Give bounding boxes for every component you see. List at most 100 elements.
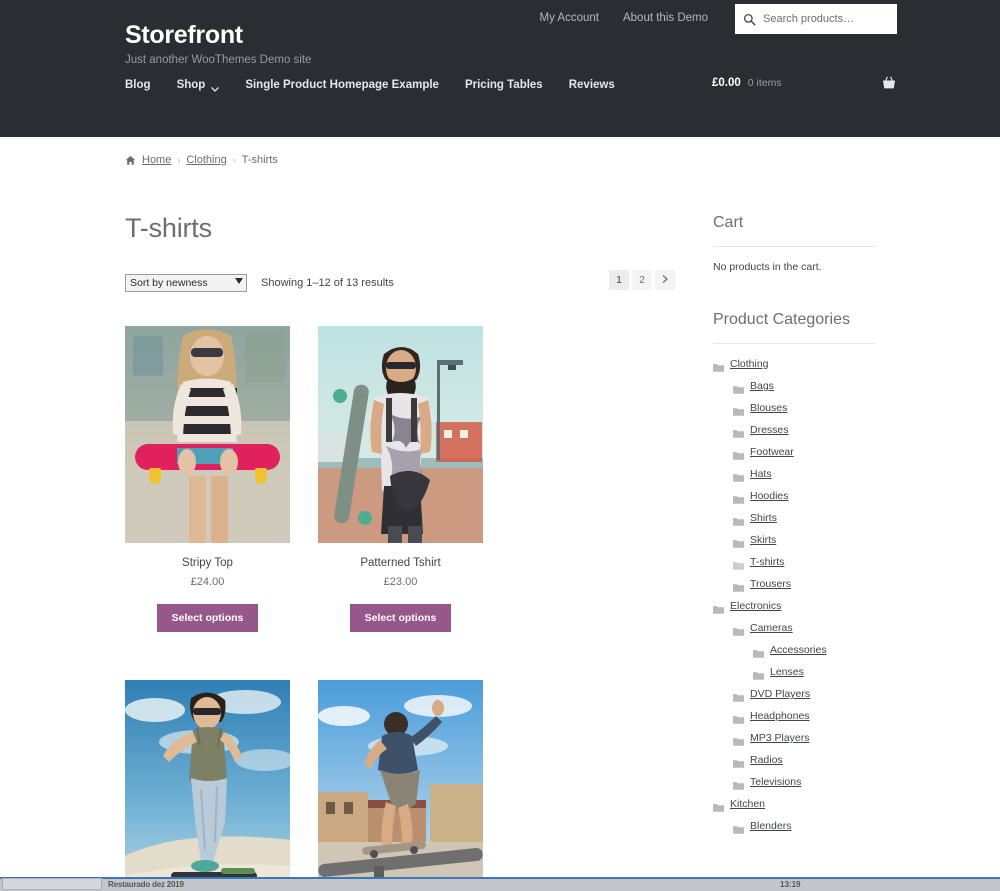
category-item-shirts[interactable]: Shirts [713,512,875,527]
product-image-green-vest[interactable] [125,680,290,891]
pagination-page-1[interactable]: 1 [609,269,629,290]
breadcrumb-link-home[interactable]: Home [142,154,171,166]
nav-item-blog[interactable]: Blog [125,79,151,91]
category-link[interactable]: Clothing [730,358,769,370]
sidebar: Cart No products in the cart. Product Ca… [713,214,875,870]
header-cart[interactable]: £0.00 0 items [712,75,897,91]
select-options-button[interactable]: Select options [349,603,452,633]
shopping-basket-icon[interactable] [881,75,897,91]
pagination-page-2[interactable]: 2 [632,269,652,290]
product-price: £23.00 [383,575,418,588]
breadcrumb-separator: › [232,155,236,165]
site-title[interactable]: Storefront [125,20,311,50]
os-taskbar-window-button[interactable]: Restaurado dez 2019 [108,877,184,891]
secondary-nav-about-this-demo[interactable]: About this Demo [623,12,708,24]
category-item-hoodies[interactable]: Hoodies [713,490,875,505]
select-options-button[interactable]: Select options [156,603,259,633]
category-item-electronics[interactable]: Electronics [713,600,875,615]
product-image-skateboarder-rail[interactable] [318,680,483,891]
folder-icon [753,668,764,681]
category-item-t-shirts[interactable]: T-shirts [713,556,875,571]
category-item-clothing[interactable]: Clothing [713,358,875,373]
secondary-nav-my-account[interactable]: My Account [540,12,599,24]
category-link[interactable]: Bags [750,380,774,392]
category-link[interactable]: Cameras [750,622,793,634]
product-card[interactable]: Patterned Tshirt £23.00 Select options [318,325,483,633]
product-card[interactable]: Stripy Top £24.00 Select options [125,325,290,633]
category-item-lenses[interactable]: Lenses [713,666,875,681]
product-grid: Stripy Top £24.00 Select options Pattern… [125,325,675,891]
category-link[interactable]: T-shirts [750,556,784,568]
category-item-televisions[interactable]: Televisions [713,776,875,791]
category-item-headphones[interactable]: Headphones [713,710,875,725]
product-title[interactable]: Patterned Tshirt [318,557,483,569]
folder-icon [713,602,724,615]
search-input[interactable] [761,12,889,26]
category-item-dvd-players[interactable]: DVD Players [713,688,875,703]
category-link[interactable]: MP3 Players [750,732,810,744]
category-item-skirts[interactable]: Skirts [713,534,875,549]
category-link[interactable]: Televisions [750,776,801,788]
category-item-blenders[interactable]: Blenders [713,820,875,835]
folder-icon [733,382,744,395]
product-title[interactable]: Stripy Top [125,557,290,569]
os-start-button[interactable] [2,878,102,890]
category-item-accessories[interactable]: Accessories [713,644,875,659]
category-link[interactable]: Blouses [750,402,787,414]
category-item-kitchen[interactable]: Kitchen [713,798,875,813]
product-card[interactable]: Green Vest £22.00 Select options [125,680,290,891]
pagination: 1 2 [609,269,675,290]
nav-item-pricing-tables[interactable]: Pricing Tables [465,79,543,91]
category-link[interactable]: Footwear [750,446,794,458]
folder-icon [733,690,744,703]
home-icon [125,155,136,166]
category-link[interactable]: Hoodies [750,490,789,502]
category-item-dresses[interactable]: Dresses [713,424,875,439]
product-image-patterned-tshirt[interactable] [318,325,483,543]
category-link[interactable]: Shirts [750,512,777,524]
nav-item-shop[interactable]: Shop [177,79,220,92]
category-link[interactable]: Radios [750,754,783,766]
nav-item-reviews[interactable]: Reviews [569,79,615,91]
product-card[interactable] [318,680,483,891]
folder-icon [733,514,744,527]
product-search-form[interactable] [735,4,897,34]
pagination-next-button[interactable] [655,269,675,290]
category-link[interactable]: Lenses [770,666,804,678]
site-header: Storefront Just another WooThemes Demo s… [0,0,1000,137]
orderby-select-wrapper[interactable]: Sort by newness [125,273,247,293]
category-item-cameras[interactable]: Cameras [713,622,875,637]
category-item-trousers[interactable]: Trousers [713,578,875,593]
folder-icon [733,470,744,483]
category-link[interactable]: Accessories [770,644,827,656]
category-link[interactable]: Skirts [750,534,776,546]
orderby-select[interactable]: Sort by newness [125,274,247,293]
folder-icon [733,448,744,461]
product-categories-list: Clothing Bags Blouses Dresses Footwear H… [713,358,875,835]
folder-icon [733,536,744,549]
folder-icon [733,756,744,769]
category-link[interactable]: Hats [750,468,772,480]
category-link[interactable]: Trousers [750,578,791,590]
nav-item-single-product-homepage-example[interactable]: Single Product Homepage Example [245,79,439,91]
category-link[interactable]: DVD Players [750,688,810,700]
breadcrumb-separator: › [177,155,181,165]
folder-icon [733,426,744,439]
category-link[interactable]: Headphones [750,710,810,722]
category-item-radios[interactable]: Radios [713,754,875,769]
category-item-bags[interactable]: Bags [713,380,875,395]
category-item-hats[interactable]: Hats [713,468,875,483]
category-item-mp3-players[interactable]: MP3 Players [713,732,875,747]
cart-widget-title: Cart [713,214,875,247]
category-link[interactable]: Dresses [750,424,789,436]
category-link[interactable]: Kitchen [730,798,765,810]
category-link[interactable]: Electronics [730,600,781,612]
site-branding[interactable]: Storefront Just another WooThemes Demo s… [125,20,311,66]
folder-icon [753,646,764,659]
folder-icon [733,822,744,835]
category-item-footwear[interactable]: Footwear [713,446,875,461]
category-item-blouses[interactable]: Blouses [713,402,875,417]
product-image-stripy-top[interactable] [125,325,290,543]
category-link[interactable]: Blenders [750,820,791,832]
breadcrumb-link-clothing[interactable]: Clothing [186,154,226,166]
